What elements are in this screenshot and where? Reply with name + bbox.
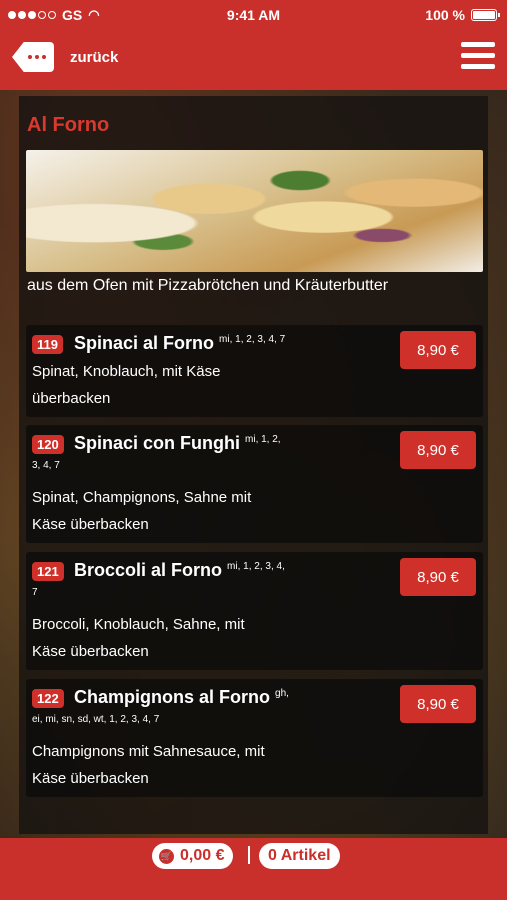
hamburger-menu-icon[interactable]: [461, 42, 495, 72]
menu-item[interactable]: 119 Spinaci al Forno mi, 1, 2, 3, 4, 7 S…: [26, 325, 483, 417]
category-title: Al Forno: [27, 114, 110, 136]
item-name: Broccoli al Forno mi, 1, 2, 3, 4,: [74, 560, 285, 581]
item-name-text: Broccoli al Forno: [74, 560, 223, 580]
menu-item[interactable]: 120 Spinaci con Funghi mi, 1, 2, 3, 4, 7…: [26, 425, 483, 543]
item-allergens: gh,: [275, 688, 289, 699]
item-number-badge: 119: [32, 335, 63, 354]
item-description-line: Käse überbacken: [32, 770, 149, 787]
ellipsis-back-icon[interactable]: [12, 42, 54, 72]
footer-divider: [248, 846, 250, 864]
item-number-badge: 120: [32, 435, 64, 454]
item-allergens-continued: 7: [32, 587, 38, 598]
nav-bar: zurück: [0, 30, 507, 90]
item-description-line: Käse überbacken: [32, 643, 149, 660]
status-bar: GS ◠ 9:41 AM 100 %: [0, 0, 507, 30]
item-allergens: mi, 1, 2, 3, 4,: [227, 561, 285, 572]
item-name: Spinaci con Funghi mi, 1, 2,: [74, 433, 281, 454]
add-to-cart-price-button[interactable]: 8,90 €: [400, 431, 476, 469]
item-number-badge: 122: [32, 689, 64, 708]
cart-icon: 🛒: [159, 848, 174, 864]
item-allergens-continued: ei, mi, sn, sd, wt, 1, 2, 3, 4, 7: [32, 714, 160, 725]
item-description-line: Käse überbacken: [32, 516, 149, 533]
item-allergens-continued: 3, 4, 7: [32, 460, 60, 471]
item-description: Champignons mit Sahnesauce, mit Käse übe…: [32, 738, 332, 792]
item-name-text: Champignons al Forno: [74, 687, 270, 707]
item-name: Spinaci al Forno mi, 1, 2, 3, 4, 7: [74, 333, 285, 354]
item-description-line: Champignons mit Sahnesauce, mit: [32, 743, 265, 760]
item-description-line: Spinat, Champignons, Sahne mit: [32, 489, 252, 506]
category-description: aus dem Ofen mit Pizzabrötchen und Kräut…: [27, 277, 389, 294]
add-to-cart-price-button[interactable]: 8,90 €: [400, 685, 476, 723]
battery-icon: [471, 9, 500, 21]
back-button-label[interactable]: zurück: [70, 49, 118, 66]
cart-total: 0,00 €: [180, 847, 225, 864]
add-to-cart-price-button[interactable]: 8,90 €: [400, 331, 476, 369]
menu-item[interactable]: 122 Champignons al Forno gh, ei, mi, sn,…: [26, 679, 483, 797]
item-allergens: mi, 1, 2,: [245, 434, 281, 445]
item-name: Champignons al Forno gh,: [74, 687, 289, 708]
item-description: Broccoli, Knoblauch, Sahne, mit Käse übe…: [32, 611, 332, 665]
item-name-text: Spinaci con Funghi: [74, 433, 240, 453]
item-description-line: Spinat, Knoblauch, mit Käse: [32, 363, 221, 380]
article-count: 0 Artikel: [268, 847, 331, 864]
item-name-text: Spinaci al Forno: [74, 333, 215, 353]
article-count-button[interactable]: 0 Artikel: [259, 843, 340, 869]
cart-total-button[interactable]: 🛒 0,00 €: [152, 843, 234, 869]
menu-item[interactable]: 121 Broccoli al Forno mi, 1, 2, 3, 4, 7 …: [26, 552, 483, 670]
cart-footer: 🛒 0,00 € 0 Artikel: [0, 838, 507, 900]
item-description: Spinat, Knoblauch, mit Käse überbacken: [32, 358, 332, 412]
item-number-badge: 121: [32, 562, 64, 581]
item-allergens: mi, 1, 2, 3, 4, 7: [219, 334, 286, 345]
category-image: [26, 150, 483, 272]
battery-percent: 100 %: [425, 7, 465, 23]
item-description: Spinat, Champignons, Sahne mit Käse über…: [32, 484, 332, 538]
item-description-line: überbacken: [32, 390, 111, 407]
status-right: 100 %: [425, 7, 500, 23]
item-description-line: Broccoli, Knoblauch, Sahne, mit: [32, 616, 245, 633]
add-to-cart-price-button[interactable]: 8,90 €: [400, 558, 476, 596]
